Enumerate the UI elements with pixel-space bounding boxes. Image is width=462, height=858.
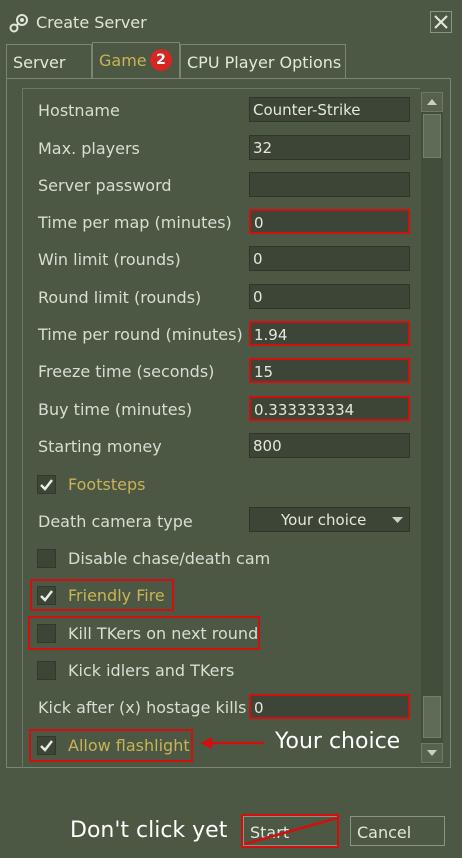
scrollbar[interactable] [421,92,443,764]
tab-game[interactable]: Game 2 [92,42,180,78]
steam-icon [9,14,28,33]
max-players-field[interactable]: 32 [249,135,410,160]
scrollbar-thumb[interactable] [423,114,441,158]
cancel-button-label: Cancel [357,823,412,842]
scroll-down-button[interactable] [421,743,443,763]
kick-after-hostage-field[interactable]: 0 [249,694,410,719]
buy-time-field[interactable]: 0.333333334 [249,396,410,421]
disable-chase-checkbox[interactable] [37,549,56,568]
kick-idlers-checkbox[interactable] [37,661,56,680]
hostname-field[interactable]: Counter-Strike [249,97,410,122]
divider [22,88,23,768]
chevron-down-icon [392,517,403,523]
allow-flashlight-label: Allow flashlight [68,736,190,755]
your-choice-annotation: Your choice [275,729,401,754]
kick-after-hostage-label: Kick after (x) hostage kills [38,698,247,717]
death-camera-dropdown[interactable]: Your choice [249,507,410,532]
close-icon [434,15,448,29]
kill-tkers-label: Kill TKers on next round [68,624,259,643]
starting-money-label: Starting money [38,437,162,456]
death-camera-value: Your choice [281,511,367,529]
win-limit-field[interactable]: 0 [249,246,410,271]
cross-out-line [244,816,338,846]
tab-game-label: Game [99,51,147,70]
scrollbar-thumb-lower[interactable] [423,696,441,738]
checkmark-icon [40,740,53,752]
tab-server-label: Server [13,53,66,72]
friendly-fire-label: Friendly Fire [68,586,165,605]
window-title: Create Server [36,13,147,32]
checkmark-icon [40,479,53,491]
kick-idlers-label: Kick idlers and TKers [68,661,235,680]
tab-cpu-label: CPU Player Options [187,53,342,72]
round-limit-field[interactable]: 0 [249,284,410,309]
max-players-label: Max. players [38,139,140,158]
footsteps-label: Footsteps [68,475,146,494]
arrow-up-icon [427,99,437,105]
hostname-label: Hostname [38,101,120,120]
tab-cpu-player-options[interactable]: CPU Player Options [180,44,346,78]
friendly-fire-checkbox[interactable] [37,586,56,605]
checkmark-icon [40,590,53,602]
close-button[interactable] [430,11,452,33]
footsteps-checkbox[interactable] [37,475,56,494]
round-limit-label: Round limit (rounds) [38,288,202,307]
disable-chase-label: Disable chase/death cam [68,549,271,568]
time-per-round-field[interactable]: 1.94 [249,321,410,346]
time-per-round-label: Time per round (minutes) [38,325,243,344]
death-camera-label: Death camera type [38,512,193,531]
time-per-map-field[interactable]: 0 [249,209,410,234]
starting-money-field[interactable]: 800 [249,433,410,458]
step-badge: 2 [150,49,172,71]
buy-time-label: Buy time (minutes) [38,400,193,419]
divider [22,88,420,89]
arrow-down-icon [427,750,437,756]
freeze-time-field[interactable]: 15 [249,358,410,383]
server-password-field[interactable] [249,172,410,197]
server-password-label: Server password [38,176,172,195]
allow-flashlight-checkbox[interactable] [37,736,56,755]
dont-click-annotation: Don't click yet [70,818,228,843]
cancel-button[interactable]: Cancel [350,816,445,846]
scroll-up-button[interactable] [421,92,443,112]
kill-tkers-checkbox[interactable] [37,624,56,643]
win-limit-label: Win limit (rounds) [38,250,181,269]
arrow-left-icon [200,737,264,749]
time-per-map-label: Time per map (minutes) [38,213,232,232]
freeze-time-label: Freeze time (seconds) [38,362,215,381]
tab-server[interactable]: Server [6,44,92,78]
